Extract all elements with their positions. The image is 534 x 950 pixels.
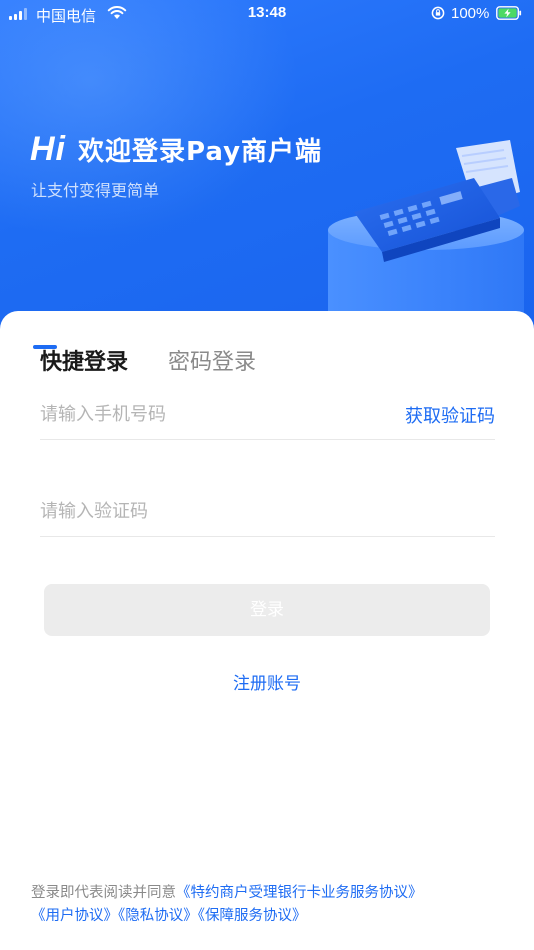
privacy-agreement-link[interactable]: 《隐私协议》 bbox=[118, 908, 198, 924]
battery-percent: 100% bbox=[451, 5, 490, 22]
phone-field: 获取验证码 bbox=[40, 391, 495, 440]
user-agreement-link[interactable]: 《用户协议》 bbox=[31, 908, 118, 924]
register-link[interactable]: 注册账号 bbox=[0, 669, 534, 694]
battery-charging-icon bbox=[496, 6, 522, 20]
agreement-text: 登录即代表阅读并同意《特约商户受理银行卡业务服务协议》《用户协议》《隐私协议》《… bbox=[31, 882, 501, 928]
status-bar: 中国电信 13:48 100% bbox=[0, 0, 534, 30]
phone-input[interactable] bbox=[40, 391, 360, 437]
code-field bbox=[40, 488, 495, 537]
login-screen: 中国电信 13:48 100% Hi 欢迎登录Pay商户端 让支付变得更简单 快… bbox=[0, 0, 534, 950]
agreement-prefix: 登录即代表阅读并同意 bbox=[31, 885, 176, 901]
hero-banner: 中国电信 13:48 100% Hi 欢迎登录Pay商户端 让支付变得更简单 bbox=[0, 0, 534, 340]
verification-code-input[interactable] bbox=[40, 488, 360, 534]
tab-password-login[interactable]: 密码登录 bbox=[168, 344, 256, 376]
pos-terminal-illustration bbox=[328, 140, 524, 340]
active-tab-indicator bbox=[33, 345, 57, 349]
hero-welcome-text: 欢迎登录Pay商户端 bbox=[78, 137, 323, 167]
login-button[interactable]: 登录 bbox=[44, 584, 490, 636]
orientation-lock-icon bbox=[431, 6, 445, 20]
hero-hi-text: Hi bbox=[30, 130, 66, 168]
login-card: 快捷登录 密码登录 获取验证码 登录 注册账号 登录即代表阅读并同意《特约商户受… bbox=[0, 311, 534, 950]
get-code-button[interactable]: 获取验证码 bbox=[405, 402, 495, 428]
hero-glow bbox=[0, 0, 300, 240]
merchant-agreement-link[interactable]: 《特约商户受理银行卡业务服务协议》 bbox=[176, 885, 423, 901]
login-tabs: 快捷登录 密码登录 bbox=[40, 344, 256, 376]
hero-title: Hi 欢迎登录Pay商户端 bbox=[30, 130, 322, 169]
protection-service-agreement-link[interactable]: 《保障服务协议》 bbox=[198, 908, 307, 924]
hero-subtitle: 让支付变得更简单 bbox=[31, 181, 160, 200]
